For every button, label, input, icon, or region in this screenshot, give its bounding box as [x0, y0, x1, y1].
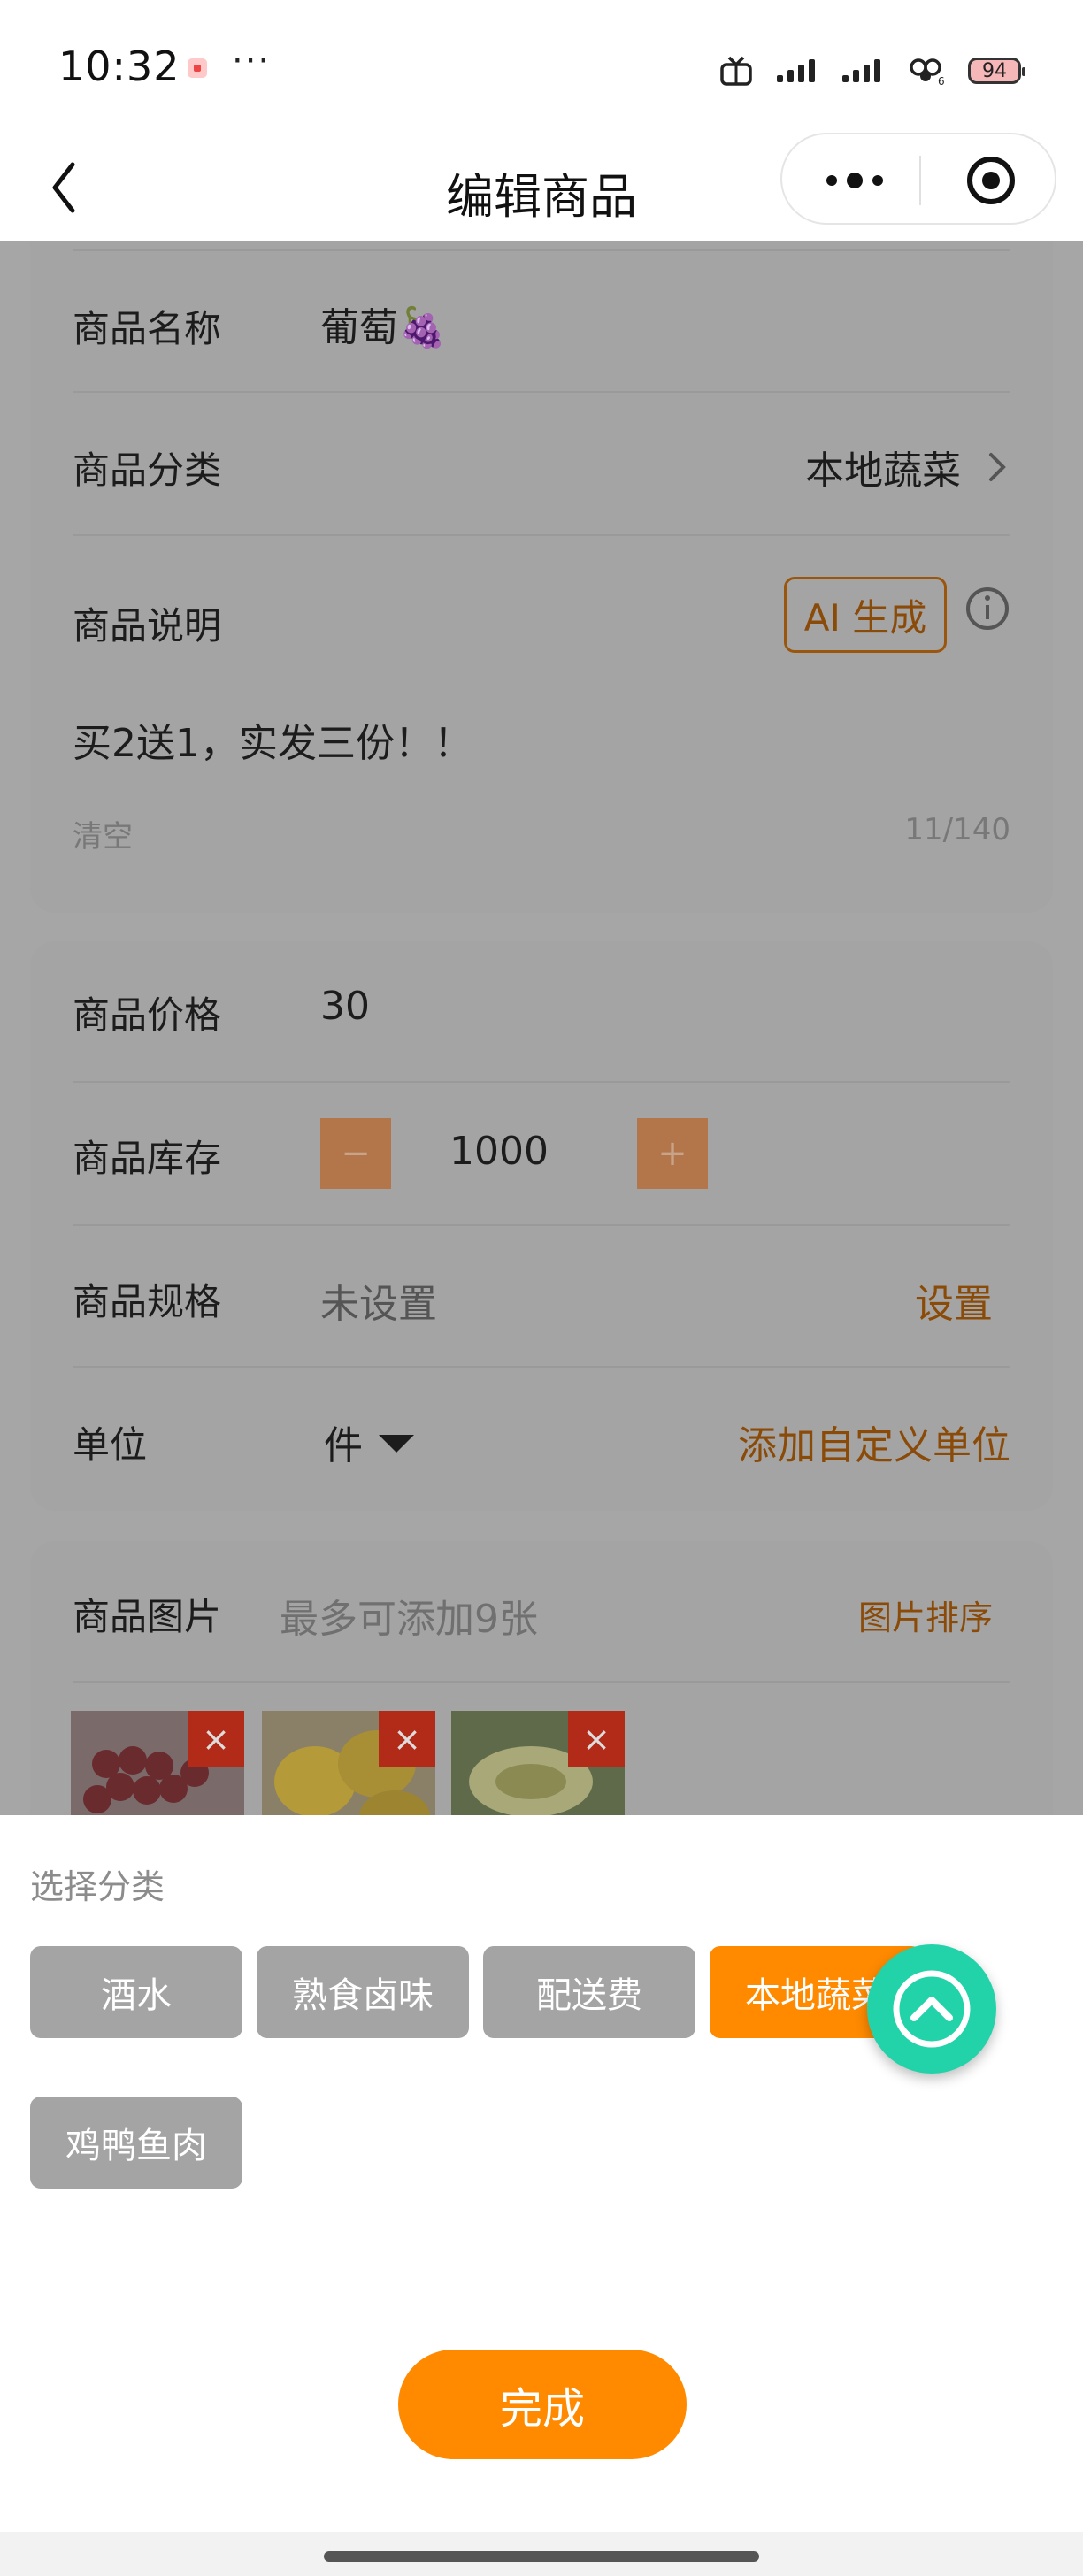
unit-row: 单位 件 添加自定义单位	[73, 1368, 1010, 1511]
product-image-thumb[interactable]: ×	[451, 1711, 625, 1815]
name-label: 商品名称	[73, 307, 222, 350]
caret-down-icon[interactable]	[377, 1433, 416, 1454]
category-row[interactable]: 商品分类 本地蔬菜	[73, 393, 1010, 536]
add-custom-unit-button[interactable]: 添加自定义单位	[738, 1414, 1010, 1470]
stock-row: 商品库存 − 1000 +	[73, 1083, 1010, 1226]
ai-generate-button[interactable]: AI 生成	[784, 577, 947, 653]
category-picker-sheet: 选择分类	[0, 1815, 1083, 2576]
edit-product-screen: 10:32 ··· 6 94 编辑商品 商品名称 葡萄🍇 商品分类 本地蔬菜 商…	[0, 0, 1083, 2576]
desc-label: 商品说明	[73, 604, 222, 648]
unit-label: 单位	[73, 1423, 148, 1467]
category-value[interactable]: 本地蔬菜	[805, 439, 961, 495]
product-image-thumb[interactable]: ×	[71, 1711, 244, 1815]
capsule-divider	[919, 156, 921, 205]
form-content: 商品名称 葡萄🍇 商品分类 本地蔬菜 商品说明 AI 生成 买2送1，实发三份！…	[0, 241, 1083, 1815]
category-option-deli[interactable]: 熟食卤味	[257, 1946, 469, 2038]
spec-value: 未设置	[320, 1282, 437, 1327]
name-value[interactable]: 葡萄🍇	[320, 295, 447, 352]
info-icon[interactable]	[963, 584, 1012, 633]
price-label: 商品价格	[73, 993, 222, 1037]
category-option-poultry-fish-meat[interactable]: 鸡鸭鱼肉	[30, 2097, 242, 2189]
done-button[interactable]: 完成	[398, 2350, 687, 2459]
sheet-title: 选择分类	[30, 1867, 165, 1906]
stock-plus-button[interactable]: +	[637, 1118, 708, 1189]
stock-minus-button[interactable]: −	[320, 1118, 391, 1189]
unit-value[interactable]: 件	[324, 1414, 363, 1470]
spec-label: 商品规格	[73, 1280, 222, 1323]
remove-image-button[interactable]: ×	[379, 1711, 435, 1767]
signal-icon	[841, 56, 885, 86]
status-time: 10:32	[58, 42, 180, 90]
chevron-up-circle-icon	[893, 1970, 971, 2048]
battery-icon: 94	[968, 58, 1025, 84]
status-more: ···	[232, 41, 272, 81]
chevron-right-icon	[989, 453, 1006, 481]
scroll-top-button[interactable]	[867, 1944, 996, 2074]
spec-set-button[interactable]: 设置	[915, 1272, 993, 1329]
nav-bar: 编辑商品	[0, 133, 1083, 241]
basic-info-card: 商品名称 葡萄🍇 商品分类 本地蔬菜 商品说明 AI 生成 买2送1，实发三份！…	[30, 241, 1053, 913]
target-icon[interactable]	[964, 154, 1018, 207]
images-header-row: 商品图片 最多可添加9张 图片排序	[73, 1541, 1010, 1683]
remove-image-button[interactable]: ×	[568, 1711, 625, 1767]
remove-image-button[interactable]: ×	[188, 1711, 244, 1767]
name-row[interactable]: 商品名称 葡萄🍇	[73, 251, 1010, 393]
image-sort-button[interactable]: 图片排序	[858, 1591, 993, 1639]
price-row[interactable]: 商品价格 30	[73, 941, 1010, 1083]
app-notification-icon	[188, 58, 207, 78]
category-option-delivery-fee[interactable]: 配送费	[483, 1946, 695, 2038]
home-indicator[interactable]	[324, 2551, 759, 2562]
wifi-icon: 6	[906, 56, 947, 87]
tv-icon	[718, 56, 754, 86]
price-value[interactable]: 30	[320, 984, 370, 1029]
images-label: 商品图片	[73, 1595, 222, 1638]
signal-icon	[775, 56, 819, 86]
category-option-drinks[interactable]: 酒水	[30, 1946, 242, 2038]
mini-program-capsule	[780, 133, 1056, 225]
stock-value[interactable]: 1000	[449, 1129, 549, 1174]
clear-button[interactable]: 清空	[73, 812, 133, 855]
pricing-card: 商品价格 30 商品库存 − 1000 + 商品规格 未设置 设置 单位 件 添…	[30, 941, 1053, 1511]
char-count: 11/140	[904, 812, 1010, 847]
desc-text[interactable]: 买2送1，实发三份！！	[73, 711, 472, 768]
product-image-thumb[interactable]: ×	[262, 1711, 435, 1815]
spec-row: 商品规格 未设置 设置	[73, 1226, 1010, 1368]
category-label: 商品分类	[73, 448, 222, 492]
status-bar: 10:32 ··· 6 94	[0, 0, 1083, 133]
more-dots-icon[interactable]	[819, 157, 890, 203]
svg-text:6: 6	[938, 75, 945, 87]
status-icons: 6 94	[718, 53, 1025, 88]
images-hint: 最多可添加9张	[280, 1597, 538, 1642]
stock-label: 商品库存	[73, 1137, 222, 1180]
